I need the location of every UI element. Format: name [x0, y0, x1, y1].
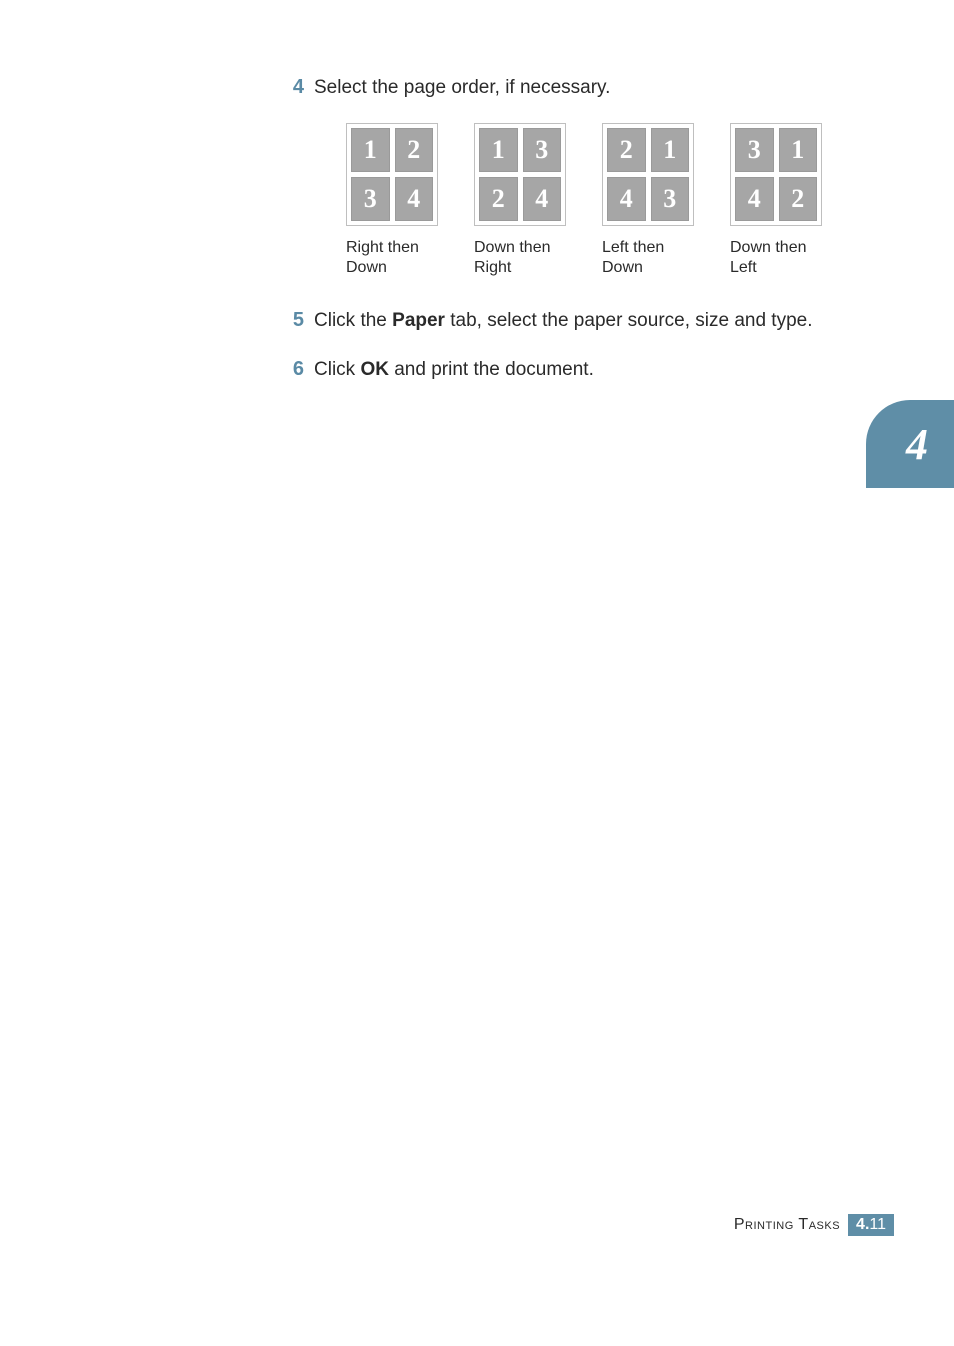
order-cell: 1 — [351, 128, 390, 172]
order-cell: 4 — [395, 177, 434, 221]
step-6: 6 Click OK and print the document. — [276, 357, 886, 383]
step-text-before: Click — [314, 359, 360, 380]
order-cell: 3 — [735, 128, 774, 172]
order-option-right-then-down: 1 2 3 4 Right then Down — [346, 123, 444, 278]
step-text-bold: Paper — [392, 310, 445, 331]
chapter-side-tab: 4 — [866, 400, 954, 488]
step-text-bold: OK — [360, 359, 389, 380]
order-cell: 3 — [651, 177, 690, 221]
page-order-diagrams: 1 2 3 4 Right then Down 1 3 2 4 Down the… — [346, 123, 886, 278]
order-label: Right then Down — [346, 238, 444, 278]
step-number: 6 — [276, 358, 304, 381]
footer-page-badge: 4.11 — [848, 1214, 894, 1236]
step-number: 4 — [276, 76, 304, 99]
order-cell: 2 — [607, 128, 646, 172]
order-option-down-then-left: 3 1 4 2 Down then Left — [730, 123, 828, 278]
step-5: 5 Click the Paper tab, select the paper … — [276, 308, 886, 334]
step-text: Select the page order, if necessary. — [314, 75, 610, 101]
order-cell: 1 — [479, 128, 518, 172]
order-cell: 3 — [351, 177, 390, 221]
step-text-after: and print the document. — [389, 359, 594, 380]
order-cell: 4 — [607, 177, 646, 221]
order-cell: 1 — [779, 128, 818, 172]
footer-page-number: 11 — [869, 1216, 886, 1233]
footer-section-title: Printing Tasks — [734, 1216, 840, 1234]
order-label: Left then Down — [602, 238, 700, 278]
order-grid: 1 3 2 4 — [474, 123, 566, 226]
step-number: 5 — [276, 309, 304, 332]
footer-chapter: 4. — [856, 1216, 869, 1233]
order-cell: 2 — [395, 128, 434, 172]
order-cell: 2 — [479, 177, 518, 221]
order-label: Down then Left — [730, 238, 828, 278]
step-text: Click the Paper tab, select the paper so… — [314, 308, 813, 334]
order-option-left-then-down: 2 1 4 3 Left then Down — [602, 123, 700, 278]
step-text-before: Select the page order, if necessary. — [314, 77, 610, 98]
order-label: Down then Right — [474, 238, 572, 278]
page-content: 4 Select the page order, if necessary. 1… — [276, 75, 886, 401]
order-grid: 2 1 4 3 — [602, 123, 694, 226]
step-text-after: tab, select the paper source, size and t… — [445, 310, 813, 331]
step-text: Click OK and print the document. — [314, 357, 594, 383]
order-cell: 4 — [523, 177, 562, 221]
order-cell: 4 — [735, 177, 774, 221]
step-text-before: Click the — [314, 310, 392, 331]
order-grid: 3 1 4 2 — [730, 123, 822, 226]
page-footer: Printing Tasks 4.11 — [734, 1214, 894, 1236]
order-cell: 3 — [523, 128, 562, 172]
order-cell: 1 — [651, 128, 690, 172]
order-grid: 1 2 3 4 — [346, 123, 438, 226]
step-4: 4 Select the page order, if necessary. — [276, 75, 886, 101]
order-option-down-then-right: 1 3 2 4 Down then Right — [474, 123, 572, 278]
order-cell: 2 — [779, 177, 818, 221]
